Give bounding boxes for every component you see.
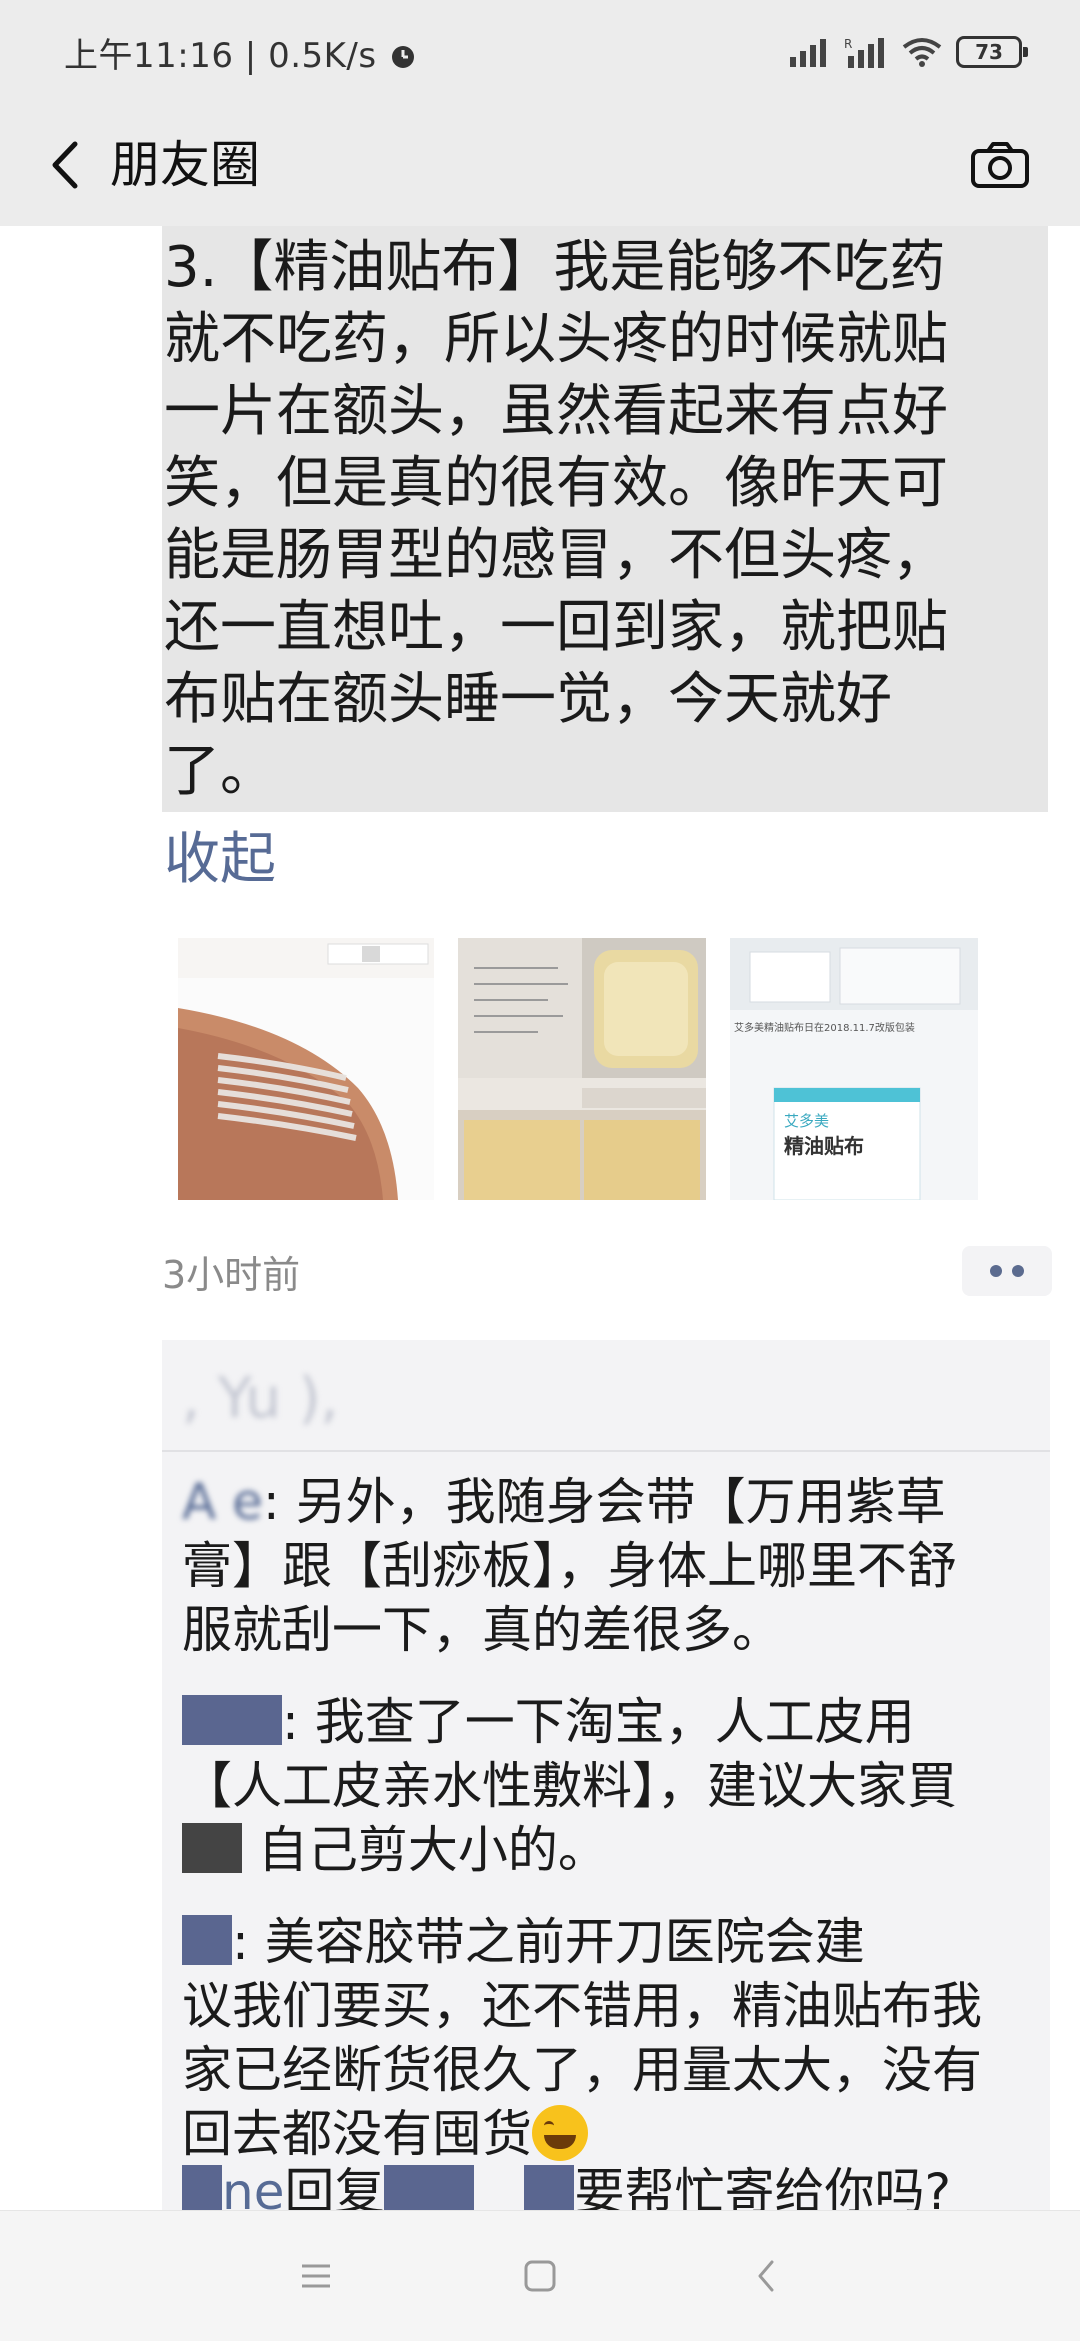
product-box-image bbox=[730, 938, 978, 1200]
back-button[interactable] bbox=[30, 130, 100, 200]
comment-text: : 另外，我随身会带【万用紫草 bbox=[262, 1473, 946, 1531]
laughing-tears-emoji-icon bbox=[532, 2105, 588, 2161]
post-photos: 艾多美精油贴布日在2018.11.7改版包装 艾多美 精油贴布 bbox=[178, 938, 978, 1218]
comments-panel: , Yu ), A e: 另外，我随身会带【万用紫草 膏】跟【刮痧板】，身体上哪… bbox=[162, 1340, 1050, 2221]
comment-text: 回去都没有囤货 bbox=[182, 2105, 532, 2163]
camera-icon bbox=[971, 142, 1029, 188]
post-text[interactable]: 3.【精油贴布】我是能够不吃药 就不吃药，所以头疼的时候就贴 一片在额头，虽然看… bbox=[162, 226, 1048, 812]
more-dot-icon bbox=[990, 1265, 1002, 1277]
more-options-button[interactable] bbox=[962, 1246, 1052, 1296]
comment-text: 服就刮一下，真的差很多。 bbox=[182, 1601, 782, 1659]
arm-tape-image bbox=[178, 938, 434, 1200]
signal-icon bbox=[790, 39, 826, 67]
comment-item[interactable]: : 我查了一下淘宝，人工皮用 【人工皮亲水性敷料】，建议大家買 自己剪大小的。 bbox=[182, 1690, 1042, 1882]
likes-divider bbox=[162, 1450, 1050, 1452]
comment-text: 膏】跟【刮痧板】，身体上哪里不舒 bbox=[182, 1537, 957, 1595]
top-bar: 上午11:16 | 0.5K/s R 73 朋友圈 bbox=[0, 0, 1080, 226]
back-chevron-icon bbox=[758, 2260, 774, 2292]
svg-text:R: R bbox=[844, 37, 852, 51]
post-timestamp: 3小时前 bbox=[162, 1253, 301, 1297]
alarm-icon bbox=[391, 46, 414, 68]
comment-item[interactable]: : 美容胶带之前开刀医院会建 议我们要买，还不错用，精油贴布我 家已经断货很久了… bbox=[182, 1910, 1042, 2166]
comment-item[interactable]: A e: 另外，我随身会带【万用紫草 膏】跟【刮痧板】，身体上哪里不舒 服就刮一… bbox=[182, 1470, 1042, 1662]
collapse-link[interactable]: 收起 bbox=[164, 824, 276, 896]
comment-author-masked[interactable] bbox=[182, 1915, 232, 1965]
comment-text: 家已经断货很久了，用量太大，没有 bbox=[182, 2041, 982, 2099]
clock-time: 上午11:16 bbox=[64, 36, 234, 76]
comment-author[interactable]: A e bbox=[182, 1473, 263, 1531]
battery-level: 73 bbox=[975, 40, 1003, 64]
post-text-line: 3.【精油贴布】我是能够不吃药 bbox=[164, 235, 946, 300]
gel-patch-image bbox=[458, 938, 706, 1200]
post-photo-patch[interactable] bbox=[458, 938, 706, 1200]
menu-icon bbox=[302, 2264, 330, 2288]
post-text-line: 一片在额头，虽然看起来有点好 bbox=[164, 379, 948, 444]
post-photo-product[interactable]: 艾多美精油贴布日在2018.11.7改版包装 艾多美 精油贴布 bbox=[730, 938, 978, 1200]
post-text-line: 还一直想吐，一回到家，就把贴 bbox=[164, 595, 948, 660]
status-icons: R 73 bbox=[790, 30, 1028, 74]
comment-text: 【人工皮亲水性敷料】，建议大家買 bbox=[182, 1757, 957, 1815]
post-text-line: 能是肠胃型的感冒，不但头疼， bbox=[164, 523, 948, 588]
comment-text: : 我查了一下淘宝，人工皮用 bbox=[282, 1693, 915, 1751]
more-dot-icon bbox=[1012, 1265, 1024, 1277]
comment-text: 议我们要买，还不错用，精油贴布我 bbox=[182, 1977, 982, 2035]
comment-text: 自己剪大小的。 bbox=[257, 1821, 608, 1879]
system-nav-bar bbox=[0, 2210, 1080, 2341]
post-photo-arm[interactable] bbox=[178, 938, 434, 1200]
network-speed: 0.5K/s bbox=[268, 36, 377, 76]
back-key[interactable] bbox=[736, 2251, 796, 2301]
redaction-block bbox=[182, 1823, 242, 1873]
comment-author-masked[interactable] bbox=[182, 2165, 222, 2215]
battery-icon: 73 bbox=[956, 36, 1028, 68]
nav-bar: 朋友圈 bbox=[0, 104, 1080, 226]
likes-row: , Yu ), bbox=[182, 1366, 339, 1431]
signal-roaming-icon: R bbox=[844, 37, 884, 68]
redaction-block bbox=[524, 2165, 575, 2215]
reply-target-masked[interactable] bbox=[384, 2165, 475, 2215]
menu-key[interactable] bbox=[286, 2251, 346, 2301]
home-square-icon bbox=[524, 2260, 556, 2292]
camera-button[interactable] bbox=[960, 130, 1040, 200]
post-text-line: 笑，但是真的很有效。像昨天可 bbox=[164, 451, 948, 516]
page-title: 朋友圈 bbox=[110, 136, 260, 194]
product-caption: 艾多美精油贴布日在2018.11.7改版包装 bbox=[734, 1023, 915, 1034]
comment-author-masked[interactable] bbox=[182, 1695, 282, 1745]
status-separator: | bbox=[244, 36, 269, 76]
wifi-icon bbox=[902, 38, 942, 67]
post-text-line: 了。 bbox=[164, 739, 276, 804]
back-arrow-icon bbox=[52, 141, 78, 189]
post-text-line: 布贴在额头睡一觉，今天就好 bbox=[164, 667, 892, 732]
status-bar: 上午11:16 | 0.5K/s R 73 bbox=[0, 0, 1080, 104]
home-key[interactable] bbox=[510, 2251, 570, 2301]
post-text-line: 就不吃药，所以头疼的时候就贴 bbox=[164, 307, 948, 372]
status-time-speed: 上午11:16 | 0.5K/s bbox=[64, 28, 418, 77]
comment-text: : 美容胶带之前开刀医院会建 bbox=[232, 1913, 865, 1971]
product-brand: 艾多美 bbox=[784, 1112, 830, 1130]
product-box-title: 精油贴布 bbox=[784, 1134, 864, 1158]
